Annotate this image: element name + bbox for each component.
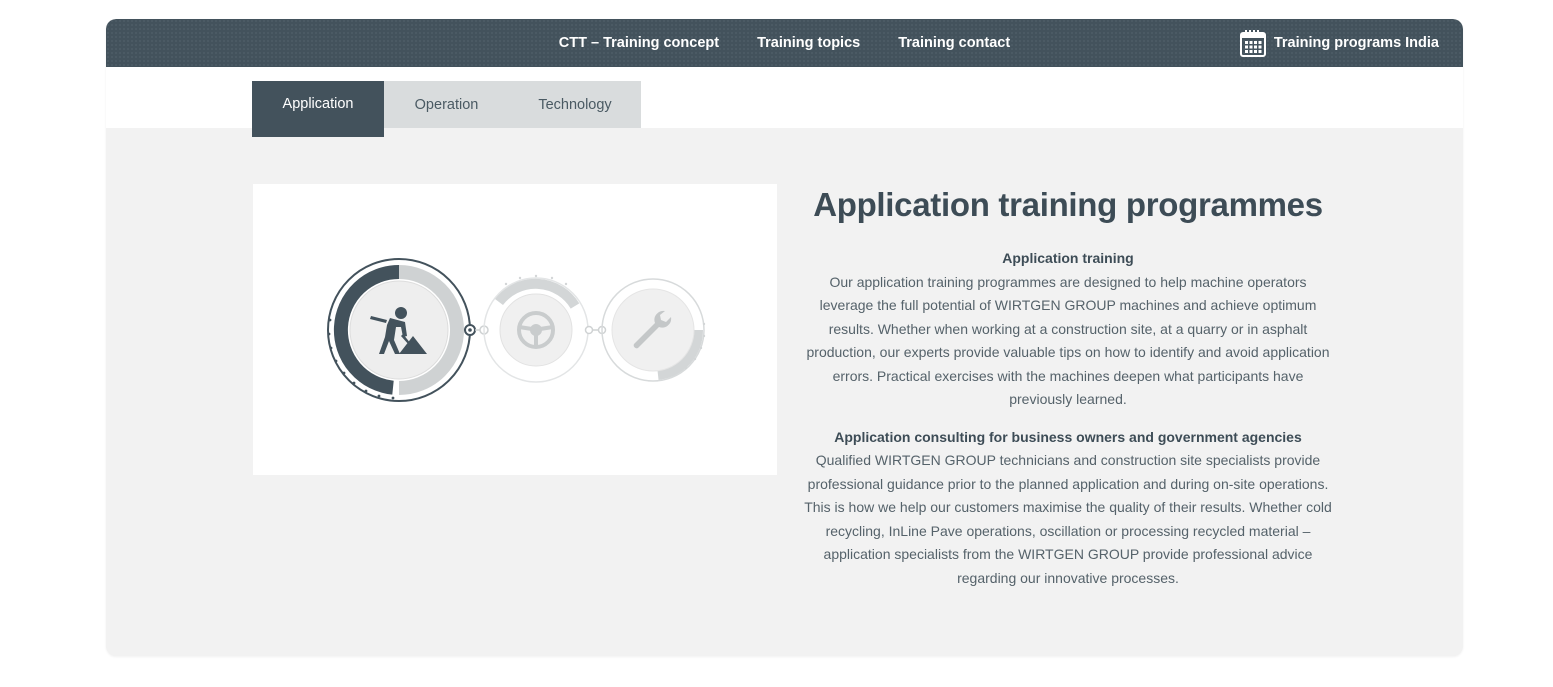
section-title-consulting: Application consulting for business owne… [834,428,1302,445]
construction-worker-step [327,258,476,402]
connector [475,325,489,335]
training-steps-illustration [327,258,706,402]
training-programs-link[interactable]: Training programs India [1239,19,1439,67]
training-programs-label: Training programs India [1273,35,1439,51]
steering-wheel-step [483,274,589,383]
section-title-application-training: Application training [1002,250,1134,266]
section-body-application-training: Our application training programmes are … [806,273,1330,408]
wrench-step [601,278,706,382]
nav-link-training-topics[interactable]: Training topics [757,35,860,51]
calendar-icon [1239,30,1266,57]
nav-link-training-contact[interactable]: Training contact [898,35,1010,51]
tab-technology[interactable]: Technology [509,81,641,128]
tabs: Application Operation Technology [252,81,641,137]
training-graphic [253,184,777,475]
nav-link-training-concept[interactable]: CTT – Training concept [559,35,719,51]
tab-operation[interactable]: Operation [384,81,509,128]
page-title: Application training programmes [813,186,1323,223]
content-column: Application training programmes Applicat… [804,184,1332,590]
top-navigation: CTT – Training concept Training topics T… [106,19,1463,67]
section-body-consulting: Qualified WIRTGEN GROUP technicians and … [804,452,1332,586]
tab-application[interactable]: Application [252,81,384,137]
training-card: CTT – Training concept Training topics T… [106,19,1463,656]
